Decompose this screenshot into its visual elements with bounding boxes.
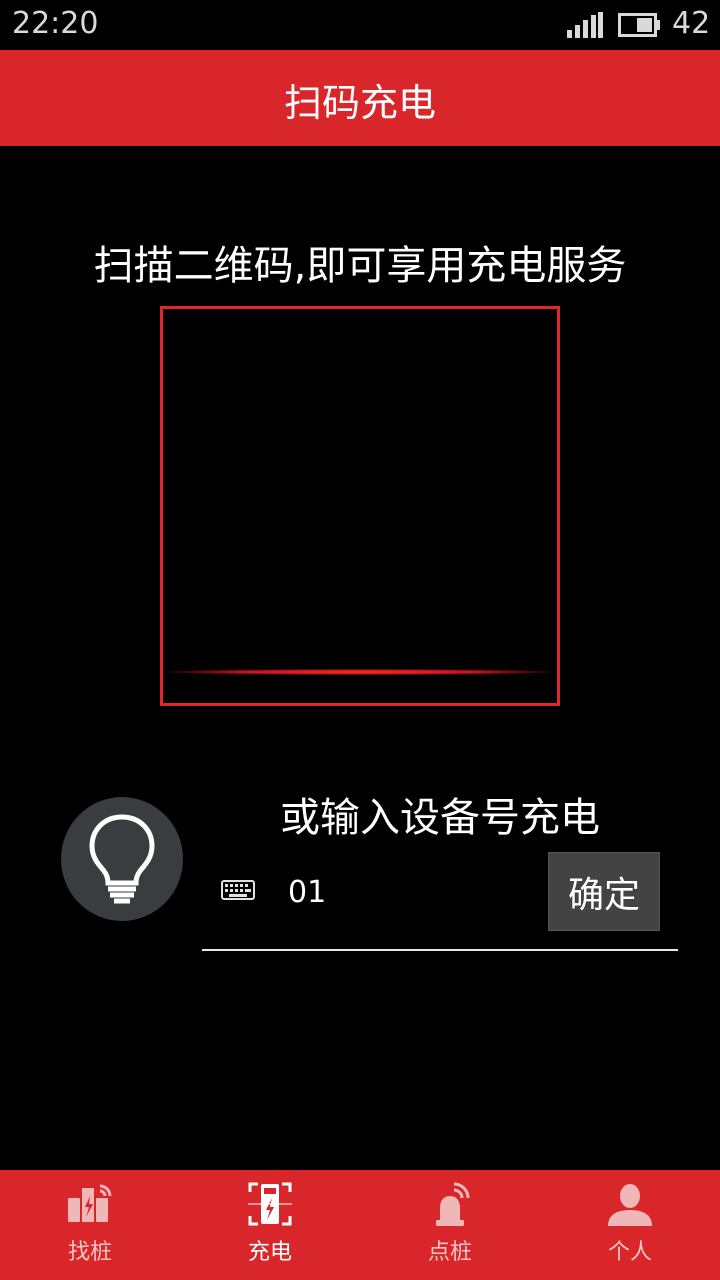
scan-frame [160, 306, 560, 706]
flashlight-button[interactable] [61, 797, 183, 921]
bottom-nav: 找桩 充电 点桩 个人 [0, 1170, 720, 1280]
device-number-input[interactable] [288, 868, 528, 916]
nav-label-charge: 充电 [247, 1240, 292, 1265]
charging-station-icon [68, 1184, 112, 1222]
page-title: 扫码充电 [283, 81, 436, 125]
confirm-button[interactable]: 确定 [548, 852, 660, 931]
nav-item-find-station[interactable]: 找桩 [0, 1170, 180, 1280]
signal-icon [567, 12, 603, 38]
app-header: 扫码充电 [0, 50, 720, 146]
scan-charge-icon [248, 1182, 292, 1226]
nav-item-charge[interactable]: 充电 [180, 1170, 360, 1280]
user-icon [608, 1184, 652, 1226]
nav-item-point-station[interactable]: 点桩 [360, 1170, 540, 1280]
battery-icon [618, 13, 660, 37]
scan-instruction: 扫描二维码,即可享用充电服务 [93, 243, 627, 289]
device-input-tip: 或输入设备号充电 [280, 795, 600, 841]
nav-label-profile: 个人 [607, 1240, 652, 1265]
keyboard-icon [221, 880, 255, 900]
status-time: 22:20 [12, 6, 99, 41]
battery-level: 42 [672, 6, 711, 41]
alarm-beacon-icon [436, 1182, 470, 1226]
light-bulb-icon [89, 814, 155, 904]
scan-line [169, 669, 551, 675]
status-bar: 22:20 42 [0, 0, 720, 50]
input-underline [202, 949, 678, 951]
nav-label-find-station: 找桩 [67, 1240, 112, 1265]
nav-item-profile[interactable]: 个人 [540, 1170, 720, 1280]
nav-label-point-station: 点桩 [427, 1240, 472, 1265]
